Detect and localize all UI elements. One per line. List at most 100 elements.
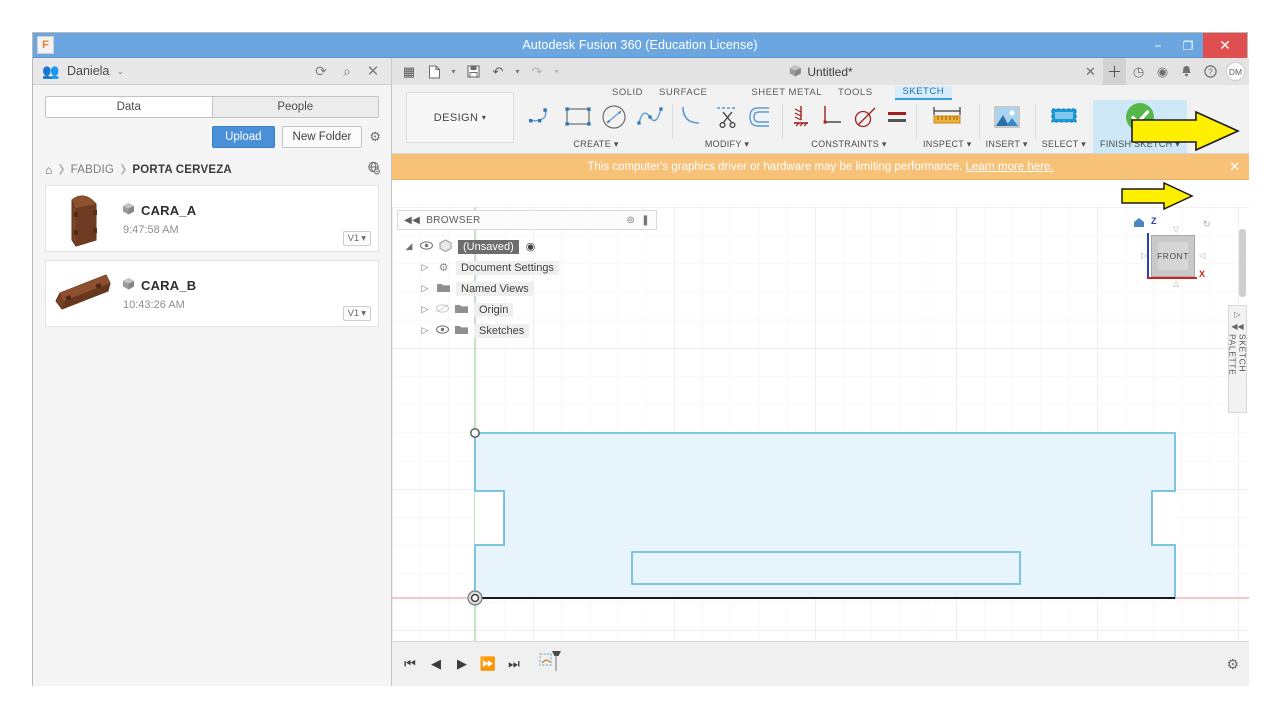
notifications-bell-icon[interactable] — [1175, 58, 1198, 85]
visibility-eye-icon[interactable] — [436, 324, 449, 337]
visibility-eye-icon[interactable] — [420, 240, 433, 253]
expand-arrow-icon[interactable]: ▷ — [419, 325, 431, 336]
gear-icon[interactable]: ⚙ — [369, 129, 381, 145]
spline-tool-icon[interactable] — [635, 103, 665, 136]
banner-close-icon[interactable]: ✕ — [1229, 159, 1240, 175]
browser-collapse-icon[interactable]: ◀◀ — [404, 215, 420, 226]
home-view-icon[interactable] — [1133, 217, 1145, 231]
timeline-step-back-button[interactable]: ◀ — [426, 653, 446, 675]
version-badge[interactable]: V1 ▾ — [342, 306, 371, 321]
circle-tool-icon[interactable] — [599, 103, 629, 136]
expand-arrow-icon[interactable]: ▷ — [419, 283, 431, 294]
tab-surface[interactable]: SURFACE — [651, 87, 715, 100]
tab-data[interactable]: Data — [46, 97, 212, 117]
x-axis-label: X — [1199, 269, 1206, 279]
version-badge[interactable]: V1 ▾ — [342, 231, 371, 246]
tab-sheet-metal[interactable]: SHEET METAL — [743, 87, 830, 100]
view-cube-arrow-left-icon[interactable]: ▷ — [1141, 251, 1147, 260]
timeline-jump-end-button[interactable]: ⏭ — [504, 653, 524, 675]
view-cube-arrow-up-icon[interactable]: ▽ — [1173, 225, 1179, 234]
user-caret-icon[interactable]: ⌄ — [115, 66, 125, 77]
tree-node-document-settings[interactable]: ▷ ⚙ Document Settings — [419, 257, 657, 278]
insert-image-icon[interactable] — [992, 103, 1022, 136]
timeline-jump-start-button[interactable]: ⏮ — [400, 653, 420, 675]
new-folder-button[interactable]: New Folder — [281, 126, 363, 148]
browser-side-icon[interactable]: ❚ — [641, 215, 650, 226]
fix-constraint-icon[interactable] — [789, 103, 813, 136]
recent-icon[interactable]: ◉ — [1151, 58, 1174, 85]
view-cube-front-face[interactable]: FRONT — [1151, 235, 1195, 277]
banner-learn-more-link[interactable]: Learn more here. — [965, 161, 1053, 173]
view-cube-arrow-right-icon[interactable]: ◁ — [1199, 251, 1205, 260]
tab-close-icon[interactable]: ✕ — [1079, 58, 1102, 85]
close-button[interactable]: ✕ — [1203, 33, 1247, 58]
arc-tool-icon[interactable] — [527, 103, 557, 136]
equal-constraint-icon[interactable] — [885, 103, 909, 136]
tangent-constraint-icon[interactable] — [851, 103, 879, 136]
restore-button[interactable]: ❐ — [1173, 33, 1203, 58]
view-cube-rotate-icon[interactable]: ↻ — [1203, 219, 1211, 230]
quick-access-toolbar: ▦ ▾ ↶ ▾ ↷ ▾ Untitled* ✕ ＋ ◷ ◉ ? DM — [392, 58, 1249, 85]
view-cube[interactable]: Z X FRONT ▽ △ ▷ ◁ ↻ — [1125, 215, 1217, 297]
new-file-icon[interactable] — [423, 61, 445, 83]
data-panel-user[interactable]: Daniela — [67, 64, 109, 78]
search-icon[interactable]: ⌕ — [337, 63, 357, 80]
upload-button[interactable]: Upload — [212, 126, 275, 148]
canvas-scrollbar[interactable] — [1239, 229, 1246, 297]
timeline-step-forward-button[interactable]: ⏩ — [478, 653, 498, 675]
active-component-radio-icon[interactable]: ◉ — [526, 240, 536, 253]
new-tab-icon[interactable]: ＋ — [1103, 58, 1126, 85]
timeline-play-button[interactable]: ▶ — [452, 653, 472, 675]
app-grid-icon[interactable]: ▦ — [398, 61, 420, 83]
tab-tools[interactable]: TOOLS — [830, 87, 881, 100]
finish-sketch-check-icon[interactable] — [1123, 100, 1157, 139]
home-icon[interactable]: ⌂ — [45, 163, 52, 177]
tab-sketch[interactable]: SKETCH — [894, 86, 953, 100]
tree-node-sketches[interactable]: ▷ Sketches — [419, 320, 657, 341]
breadcrumb-item-porta-cerveza[interactable]: PORTA CERVEZA — [132, 164, 232, 176]
new-file-caret-icon[interactable]: ▾ — [448, 61, 459, 83]
minimize-button[interactable]: − — [1143, 33, 1173, 58]
performance-warning-banner: This computer's graphics driver or hardw… — [392, 154, 1249, 180]
timeline-settings-gear-icon[interactable]: ⚙ — [1226, 656, 1239, 673]
sketch-palette-collapse-icon[interactable]: ◀◀ — [1231, 322, 1243, 331]
help-icon[interactable]: ? — [1199, 58, 1222, 85]
perpendicular-constraint-icon[interactable] — [819, 103, 845, 136]
expand-arrow-icon[interactable]: ▷ — [419, 304, 431, 315]
workspace-switcher[interactable]: DESIGN ▾ — [406, 92, 514, 143]
expand-arrow-icon[interactable]: ◢ — [403, 241, 415, 252]
tree-node-named-views[interactable]: ▷ Named Views — [419, 278, 657, 299]
canvas[interactable]: ◀◀ BROWSER ⊜ ❚ ◢ (Unsaved) ◉ ▷ ⚙ Documen… — [392, 207, 1249, 686]
tab-solid[interactable]: SOLID — [604, 87, 651, 100]
globe-icon[interactable] — [367, 161, 381, 178]
document-tab[interactable]: Untitled* — [788, 64, 853, 80]
list-item[interactable]: CARA_B 10:43:26 AM V1 ▾ — [45, 260, 379, 327]
offset-tool-icon[interactable] — [747, 103, 775, 136]
browser-dot-icon[interactable]: ⊜ — [626, 215, 635, 226]
undo-caret-icon[interactable]: ▾ — [512, 61, 523, 83]
visibility-eye-off-icon[interactable] — [436, 303, 449, 316]
avatar[interactable]: DM — [1226, 62, 1245, 81]
tab-people[interactable]: People — [211, 97, 378, 117]
close-panel-icon[interactable]: ✕ — [363, 62, 383, 80]
breadcrumb-item-fabdig[interactable]: FABDIG — [71, 164, 114, 176]
rectangle-tool-icon[interactable] — [563, 103, 593, 136]
view-cube-arrow-down-icon[interactable]: △ — [1173, 279, 1179, 288]
trim-tool-icon[interactable] — [713, 103, 741, 136]
fillet-tool-icon[interactable] — [679, 103, 707, 136]
job-status-icon[interactable]: ◷ — [1127, 58, 1150, 85]
tree-node-unsaved[interactable]: ◢ (Unsaved) ◉ — [403, 236, 657, 257]
sketch-palette-tab[interactable]: ▷ ◀◀ SKETCH PALETTE — [1228, 305, 1248, 413]
ribbon-group-label-insert: INSERT ▾ — [985, 139, 1028, 149]
list-item[interactable]: CARA_A 9:47:58 AM V1 ▾ — [45, 185, 379, 252]
select-tool-icon[interactable] — [1049, 103, 1079, 136]
measure-tool-icon[interactable] — [930, 103, 964, 136]
ribbon-group-finish-sketch[interactable]: FINISH SKETCH ▾ — [1093, 100, 1188, 153]
tree-node-origin[interactable]: ▷ Origin — [419, 299, 657, 320]
browser-header[interactable]: ◀◀ BROWSER ⊜ ❚ — [397, 210, 657, 230]
refresh-icon[interactable]: ⟳ — [311, 63, 331, 80]
expand-arrow-icon[interactable]: ▷ — [419, 262, 431, 273]
save-icon[interactable] — [462, 61, 484, 83]
timeline-sketch-marker-icon[interactable] — [538, 649, 564, 680]
undo-icon[interactable]: ↶ — [487, 61, 509, 83]
